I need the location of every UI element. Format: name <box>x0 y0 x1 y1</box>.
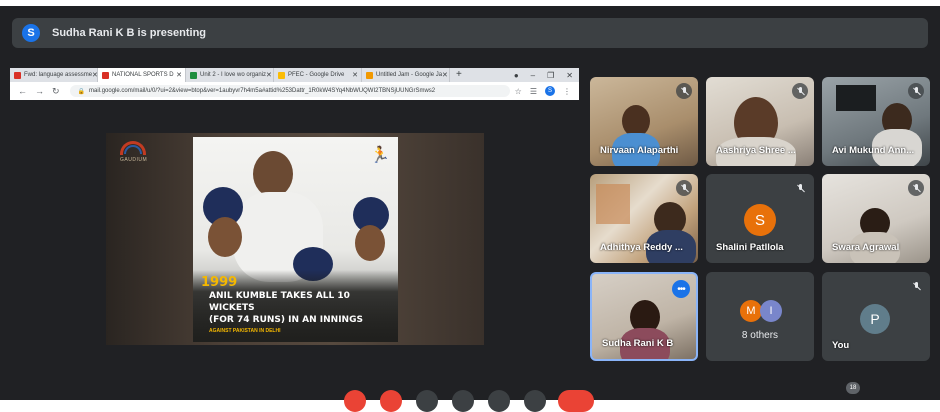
mic-button[interactable] <box>344 390 366 412</box>
browser-chrome: Fwd: language assessme ✕ NATIONAL SPORTS … <box>10 68 579 100</box>
raise-hand-button[interactable] <box>452 390 474 412</box>
address-bar: ← → ↻ 🔒 mail.google.com/mail/u/0/?ui=2&vi… <box>10 82 579 100</box>
close-tab-icon[interactable]: ✕ <box>442 71 448 79</box>
drive-icon <box>278 71 285 79</box>
cricket-photo: 🏃 1999 ANIL KUMBLE TAKES ALL 10 WICKETS … <box>193 137 398 342</box>
reload-icon[interactable]: ↻ <box>52 86 60 97</box>
browser-tab[interactable]: Fwd: language assessme ✕ <box>10 68 98 82</box>
gaudium-logo: GAUDIUM <box>120 141 150 177</box>
participant-tile[interactable]: Nirvaan Alaparthi <box>590 77 698 166</box>
presenting-banner: S Sudha Rani K B is presenting <box>12 18 928 48</box>
mic-off-icon <box>908 83 924 99</box>
browser-tab-active[interactable]: NATIONAL SPORTS D ✕ <box>98 68 186 82</box>
browser-tabs: Fwd: language assessme ✕ NATIONAL SPORTS … <box>10 68 579 82</box>
self-tile[interactable]: P You <box>822 272 930 361</box>
back-icon[interactable]: ← <box>18 86 27 96</box>
meet-window: S Sudha Rani K B is presenting Fwd: lang… <box>0 6 940 400</box>
slide-image: GAUDIUM 🏃 1999 ANIL KUMBLE TAKES ALL 10 … <box>106 133 484 345</box>
others-tile[interactable]: M I 8 others <box>706 272 814 361</box>
browser-tab[interactable]: Unit 2 - I love wo organiz ✕ <box>186 68 274 82</box>
mic-off-icon <box>676 180 692 196</box>
menu-icon[interactable]: ⋮ <box>563 87 571 96</box>
close-tab-icon[interactable]: ✕ <box>176 71 182 79</box>
maximize-icon[interactable]: ❐ <box>547 71 554 80</box>
participant-tile[interactable]: Avi Mukund Ann... <box>822 77 930 166</box>
star-icon[interactable]: ☆ <box>515 87 522 96</box>
camera-button[interactable] <box>380 390 402 412</box>
minimize-icon[interactable]: – <box>531 71 535 80</box>
lock-icon: 🔒 <box>77 88 86 95</box>
mic-off-icon <box>908 278 924 294</box>
toolbar-actions: ☆ ☰ S ⋮ <box>515 86 571 96</box>
runner-icon: 🏃 <box>370 147 390 164</box>
participant-tile[interactable]: S Shalini Patllola <box>706 174 814 263</box>
captions-button[interactable] <box>416 390 438 412</box>
mic-off-icon <box>792 83 808 99</box>
jamboard-icon <box>366 71 373 79</box>
new-tab-button[interactable]: + <box>450 68 468 82</box>
mic-off-icon <box>908 180 924 196</box>
gmail-icon <box>14 71 21 79</box>
mic-off-icon <box>792 180 808 196</box>
close-window-icon[interactable]: ✕ <box>566 71 573 80</box>
participant-avatar: M <box>740 300 762 322</box>
record-icon[interactable]: ● <box>514 71 519 80</box>
self-avatar: P <box>860 304 890 334</box>
extensions-icon[interactable]: ☰ <box>530 87 537 96</box>
more-options-icon[interactable]: ••• <box>672 280 690 298</box>
shared-screen: Fwd: language assessme ✕ NATIONAL SPORTS … <box>10 68 579 370</box>
presenter-avatar: S <box>22 24 40 42</box>
participant-tile[interactable]: Adhithya Reddy ... <box>590 174 698 263</box>
url-field[interactable]: 🔒 mail.google.com/mail/u/0/?ui=2&view=bto… <box>69 85 510 97</box>
participant-avatar: S <box>744 204 776 236</box>
slide-caption: 1999 ANIL KUMBLE TAKES ALL 10 WICKETS (F… <box>193 270 398 342</box>
window-controls: ● – ❐ ✕ <box>514 68 573 82</box>
participant-avatar: I <box>760 300 782 322</box>
end-call-button[interactable] <box>558 390 594 412</box>
close-tab-icon[interactable]: ✕ <box>352 71 358 79</box>
presenting-text: Sudha Rani K B is presenting <box>52 27 207 39</box>
profile-avatar[interactable]: S <box>545 86 555 96</box>
browser-tab[interactable]: PFEC - Google Drive ✕ <box>274 68 362 82</box>
classroom-icon <box>190 71 197 79</box>
gmail-icon <box>102 71 109 79</box>
participant-tile[interactable]: Aashriya Shree ... <box>706 77 814 166</box>
more-button[interactable] <box>524 390 546 412</box>
participant-count-badge: 18 <box>846 382 860 394</box>
control-bar <box>0 384 940 412</box>
present-button[interactable] <box>488 390 510 412</box>
forward-icon[interactable]: → <box>35 86 44 96</box>
browser-tab[interactable]: Untitled Jam - Google Ja ✕ <box>362 68 450 82</box>
participant-tile-presenter[interactable]: ••• Sudha Rani K B <box>590 272 698 361</box>
mic-off-icon <box>676 83 692 99</box>
others-count: 8 others <box>741 330 779 341</box>
close-tab-icon[interactable]: ✕ <box>266 71 272 79</box>
participant-tile[interactable]: Swara Agrawal <box>822 174 930 263</box>
